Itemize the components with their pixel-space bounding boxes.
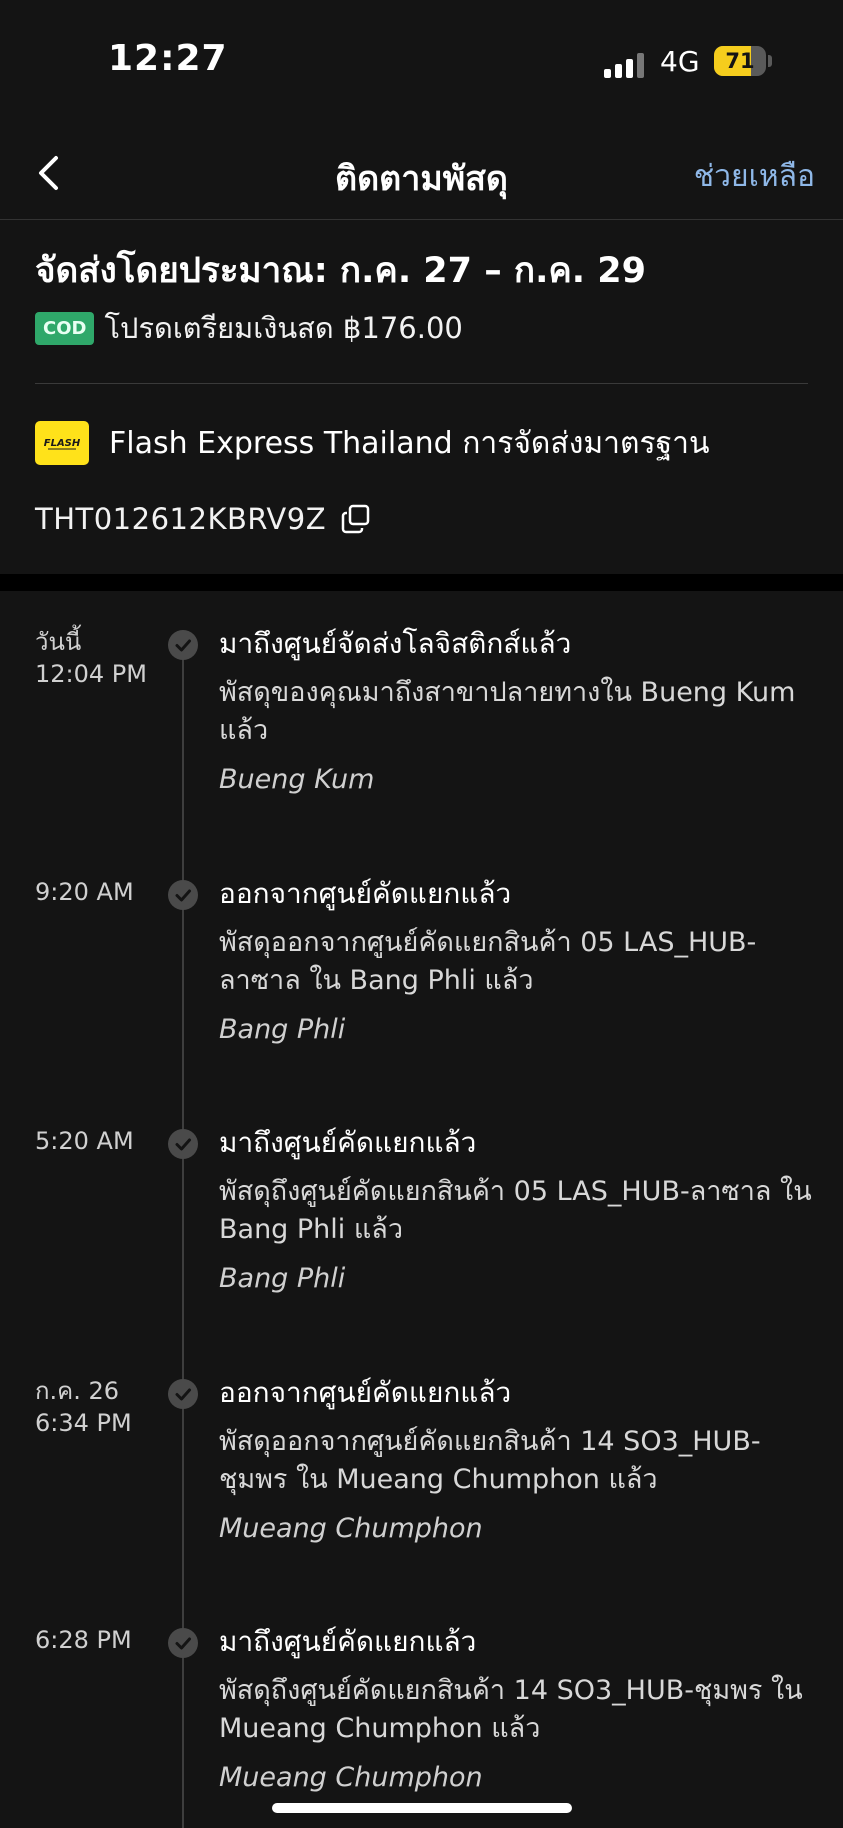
check-circle-icon	[168, 630, 198, 660]
cod-badge: COD	[35, 311, 95, 345]
event-title: มาถึงศูนย์จัดส่งโลจิสติกส์แล้ว	[219, 627, 572, 660]
event-title: มาถึงศูนย์คัดแยกแล้ว	[219, 1126, 477, 1159]
cod-text: โปรดเตรียมเงินสด ฿176.00	[104, 311, 463, 345]
event-description: พัสดุของคุณมาถึงสาขาปลายทางใน Bueng Kum …	[219, 677, 796, 746]
event-content: ออกจากศูนย์คัดแยกแล้ว พัสดุออกจากศูนย์คั…	[219, 876, 819, 1048]
event-location: Mueang Chumphon	[219, 1762, 483, 1793]
carrier-row: FLASH Flash Express Thailand การจัดส่งมา…	[35, 420, 709, 466]
event-description: พัสดุถึงศูนย์คัดแยกสินค้า 05 LAS_HUB-ลาซ…	[219, 1176, 812, 1245]
check-circle-icon	[168, 880, 198, 910]
status-bar: 12:27 4G 71	[0, 0, 843, 125]
event-title: มาถึงศูนย์คัดแยกแล้ว	[219, 1625, 477, 1658]
check-circle-icon	[168, 1628, 198, 1658]
flash-express-logo: FLASH	[35, 421, 89, 465]
event-title: ออกจากศูนย์คัดแยกแล้ว	[219, 877, 512, 910]
check-circle-icon	[168, 1379, 198, 1409]
event-content: มาถึงศูนย์คัดแยกแล้ว พัสดุถึงศูนย์คัดแยก…	[219, 1624, 819, 1796]
event-time: ก.ค. 26 6:34 PM	[35, 1377, 132, 1437]
event-time: 9:20 AM	[35, 878, 134, 906]
navigation-bar: ติดตามพัสดุ ช่วยเหลือ	[0, 125, 843, 220]
event-content: ออกจากศูนย์คัดแยกแล้ว พัสดุออกจากศูนย์คั…	[219, 1375, 819, 1547]
event-content: มาถึงศูนย์คัดแยกแล้ว พัสดุถึงศูนย์คัดแยก…	[219, 1125, 819, 1297]
event-content: มาถึงศูนย์จัดส่งโลจิสติกส์แล้ว พัสดุของค…	[219, 626, 819, 798]
home-indicator[interactable]	[272, 1803, 572, 1813]
cellular-signal-icon	[604, 52, 648, 78]
event-description: พัสดุออกจากศูนย์คัดแยกสินค้า 05 LAS_HUB-…	[219, 927, 757, 996]
event-title: ออกจากศูนย์คัดแยกแล้ว	[219, 1376, 512, 1409]
carrier-name: Flash Express Thailand การจัดส่งมาตรฐาน	[109, 425, 710, 461]
tracking-number: THT012612KBRV9Z	[35, 502, 327, 536]
battery-tip	[768, 55, 772, 67]
event-description: พัสดุออกจากศูนย์คัดแยกสินค้า 14 SO3_HUB-…	[219, 1426, 761, 1495]
status-time: 12:27	[108, 38, 228, 79]
event-location: Bang Phli	[219, 1014, 346, 1045]
help-button[interactable]: ช่วยเหลือ	[694, 153, 815, 200]
section-divider	[0, 574, 843, 591]
cod-row: COD โปรดเตรียมเงินสด ฿176.00	[35, 308, 463, 348]
battery-icon: 71	[714, 46, 766, 76]
battery-percent: 71	[725, 49, 755, 73]
network-type: 4G	[660, 45, 700, 78]
event-location: Bueng Kum	[219, 764, 375, 795]
copy-icon	[341, 504, 370, 534]
copy-button[interactable]	[340, 503, 372, 535]
event-location: Mueang Chumphon	[219, 1513, 483, 1544]
svg-text:FLASH: FLASH	[44, 438, 81, 449]
event-time: 5:20 AM	[35, 1127, 134, 1155]
divider	[35, 383, 808, 384]
check-circle-icon	[168, 1129, 198, 1159]
event-location: Bang Phli	[219, 1263, 346, 1294]
event-time: วันนี้ 12:04 PM	[35, 628, 147, 688]
event-description: พัสดุถึงศูนย์คัดแยกสินค้า 14 SO3_HUB-ชุม…	[219, 1675, 803, 1744]
event-time: 6:28 PM	[35, 1626, 132, 1654]
tracking-row: THT012612KBRV9Z	[35, 502, 372, 536]
delivery-estimate: จัดส่งโดยประมาณ: ก.ค. 27 – ก.ค. 29	[35, 251, 646, 291]
